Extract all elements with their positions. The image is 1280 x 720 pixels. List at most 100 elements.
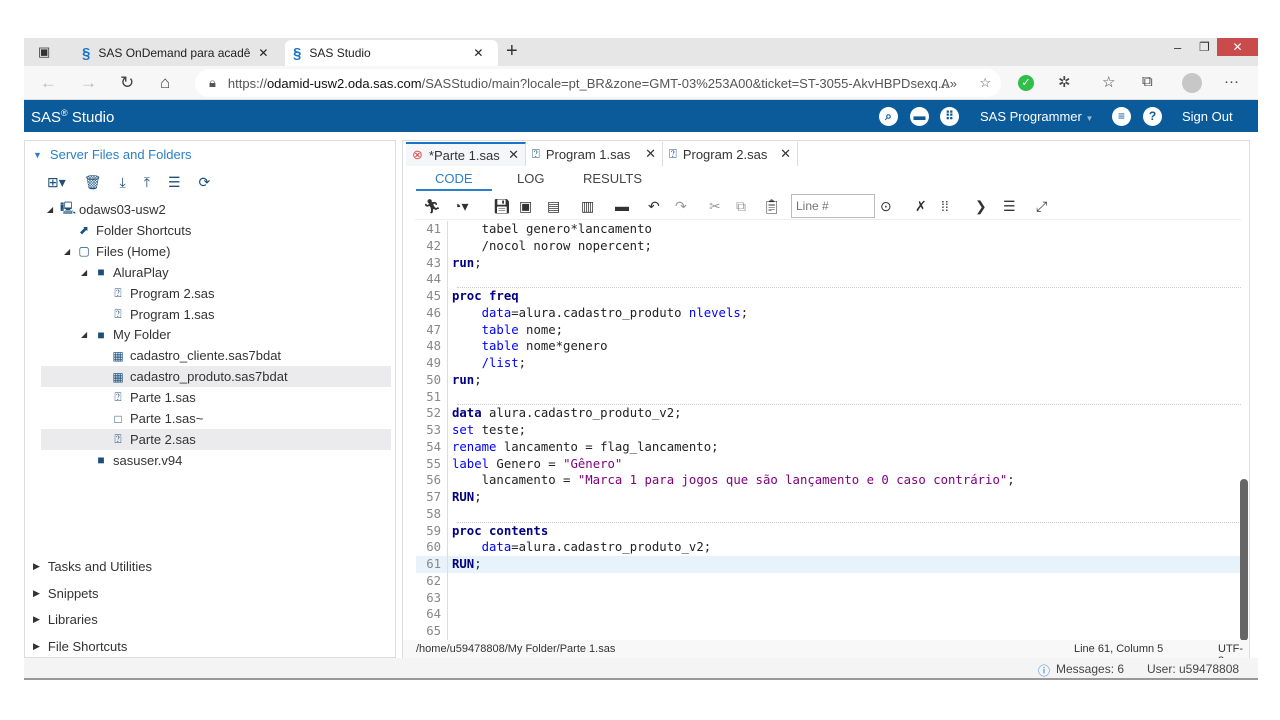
upload-icon[interactable]: ⤒	[144, 174, 150, 191]
tree-item[interactable]: ▦ cadastro_cliente.sas7bdat	[41, 345, 391, 366]
code-token: teste;	[474, 423, 527, 437]
close-icon[interactable]: ✕	[473, 46, 483, 60]
minimize-icon[interactable]: –	[1174, 40, 1181, 55]
editor-tab[interactable]: ⍰ Program 1.sas ✕	[526, 142, 663, 166]
tab-results[interactable]: RESULTS	[583, 171, 642, 186]
close-tab-icon[interactable]: ✕	[645, 146, 656, 162]
section-server-files[interactable]: ▼ Server Files and Folders	[33, 147, 192, 162]
sas-program-icon: ⍰	[114, 431, 122, 446]
tree-item[interactable]: ⬈ Folder Shortcuts	[41, 220, 391, 241]
section-collapsed[interactable]: ▶ Libraries	[33, 612, 98, 627]
save-as-icon[interactable]: ▣	[519, 198, 532, 215]
tab-log[interactable]: LOG	[517, 171, 544, 186]
extension-check-icon[interactable]: ✓	[1018, 75, 1034, 91]
editor-tab[interactable]: ⍰ Program 2.sas ✕	[663, 142, 798, 166]
browser-tab-sas-studio[interactable]: § SAS Studio ✕	[285, 40, 498, 66]
back-icon[interactable]: ←	[40, 73, 57, 93]
close-window-icon[interactable]: ✕	[1217, 38, 1258, 56]
profile-avatar[interactable]	[1182, 73, 1202, 93]
print-icon[interactable]: ▬	[615, 198, 629, 214]
tree-item[interactable]: ◢ ■ My Folder	[41, 324, 391, 345]
new-tab-icon[interactable]: +	[506, 40, 518, 63]
paste-icon[interactable]: 📋︎	[763, 198, 781, 215]
home-icon[interactable]: ⌂	[160, 73, 170, 93]
perspective-menu[interactable]: SAS Programmer ▼	[980, 109, 1093, 124]
delete-icon[interactable]: 🗑︎	[84, 174, 102, 191]
close-tab-icon[interactable]: ✕	[780, 146, 791, 162]
close-tab-icon[interactable]: ✕	[508, 147, 519, 163]
export-icon[interactable]: ▥	[581, 198, 594, 215]
section-collapsed[interactable]: ▶ File Shortcuts	[33, 639, 127, 654]
redo-icon[interactable]: ↷	[675, 198, 687, 215]
save-icon[interactable]: 💾︎	[493, 198, 511, 215]
forward-icon[interactable]: →	[80, 73, 97, 93]
url-field[interactable]: 🔒︎ https://odamid-usw2.oda.sas.com/SASSt…	[195, 69, 1001, 97]
format-code-icon[interactable]: ❯	[975, 198, 987, 215]
close-icon[interactable]: ✕	[258, 46, 268, 60]
tab-code[interactable]: CODE	[435, 171, 473, 186]
tree-item[interactable]: ■ sasuser.v94	[41, 450, 391, 471]
expand-toggle-icon[interactable]: ◢	[64, 247, 72, 256]
code-editor[interactable]: 41 tabel genero*lancamento 42 /nocol noro…	[416, 221, 1241, 640]
tree-item[interactable]: ▦ cadastro_produto.sas7bdat	[41, 366, 391, 388]
run-icon[interactable]: 🏃︎	[423, 198, 441, 215]
new-item-icon[interactable]: ⊞▾	[47, 174, 66, 191]
clear-icon[interactable]: ✗	[915, 198, 927, 215]
download-icon[interactable]: ⤓	[120, 174, 126, 191]
editor-tab-label: Program 2.sas	[682, 146, 768, 162]
sign-out-link[interactable]: Sign Out	[1182, 109, 1233, 124]
favorite-add-icon[interactable]: ☆	[979, 75, 991, 91]
tree-item[interactable]: ◢ ▢ Files (Home)	[41, 241, 391, 262]
editor-tab[interactable]: ⊗ *Parte 1.sas ✕	[406, 142, 526, 166]
find-replace-icon[interactable]: ⁞⁞	[941, 198, 949, 214]
tree-item[interactable]: ⍰ Program 2.sas	[41, 283, 391, 304]
section-collapsed[interactable]: ▶ Tasks and Utilities	[33, 559, 152, 574]
tree-item-label: Program 1.sas	[130, 306, 215, 322]
line-number: 56	[416, 472, 448, 489]
tree-item[interactable]: ◢ ■ AluraPlay	[41, 262, 391, 283]
reload-icon[interactable]: ↻	[120, 73, 134, 93]
apps-grid-icon[interactable]: ⠿	[940, 107, 959, 126]
code-line: 63	[416, 589, 1241, 607]
tree-item[interactable]: ⍰ Parte 2.sas	[41, 428, 391, 450]
tree-item[interactable]: ⍰ Parte 1.sas	[41, 387, 391, 408]
properties-icon[interactable]: ☰	[168, 174, 181, 191]
tree-item-label: Files (Home)	[96, 243, 171, 259]
search-icon[interactable]: ⌕	[879, 107, 898, 126]
code-line: 62	[416, 572, 1241, 590]
refresh-icon[interactable]: ⟳	[199, 174, 211, 191]
section-collapsed[interactable]: ▶ Snippets	[33, 586, 99, 601]
tree-item[interactable]: ◢ 🖳︎ odaws03-usw2	[41, 199, 391, 220]
maximize-icon[interactable]: ⤢	[1036, 198, 1047, 215]
browser-tab-sas-ondemand[interactable]: § SAS OnDemand para acadêmicos ✕	[74, 40, 284, 66]
expand-toggle-icon[interactable]: ◢	[47, 205, 55, 214]
expand-toggle-icon[interactable]: ◢	[81, 330, 89, 339]
copy-icon[interactable]: ⧉	[736, 198, 746, 215]
favorites-icon[interactable]: ☆	[1102, 73, 1115, 91]
messages-link[interactable]: Messages: 6	[1056, 662, 1124, 676]
extensions-icon[interactable]: ✲	[1058, 73, 1071, 91]
line-number-input[interactable]	[791, 194, 875, 218]
tree-item[interactable]: ⍰ Program 1.sas	[41, 304, 391, 325]
expand-toggle-icon[interactable]: ◢	[81, 268, 89, 277]
outline-icon[interactable]: ☰	[1003, 198, 1016, 215]
cut-icon[interactable]: ✂	[709, 198, 721, 215]
sas-program-icon: ⍰	[532, 146, 540, 161]
tab-actions-icon[interactable]: ▣	[38, 44, 50, 60]
undo-icon[interactable]: ↶	[648, 198, 660, 215]
scrollbar[interactable]	[1240, 479, 1248, 641]
line-number: 53	[416, 422, 448, 439]
folder-icon: ■	[97, 453, 105, 468]
history-icon[interactable]: ◔▾	[453, 198, 468, 215]
tree-item[interactable]: □ Parte 1.sas~	[41, 408, 391, 429]
url-text: https://odamid-usw2.oda.sas.com/SASStudi…	[227, 75, 949, 91]
help-icon[interactable]: ?	[1143, 107, 1162, 126]
collections-icon[interactable]: ⧉	[1142, 73, 1153, 90]
read-aloud-icon[interactable]: A͏»	[941, 76, 957, 91]
more-icon[interactable]: ···	[1224, 73, 1239, 90]
go-to-line-icon[interactable]: ⊙	[880, 198, 892, 215]
menu-icon[interactable]: ≡	[1112, 107, 1131, 126]
open-folder-icon[interactable]: ▬	[910, 107, 929, 126]
email-icon[interactable]: ▤	[547, 198, 560, 215]
restore-icon[interactable]: ❐	[1199, 40, 1210, 54]
